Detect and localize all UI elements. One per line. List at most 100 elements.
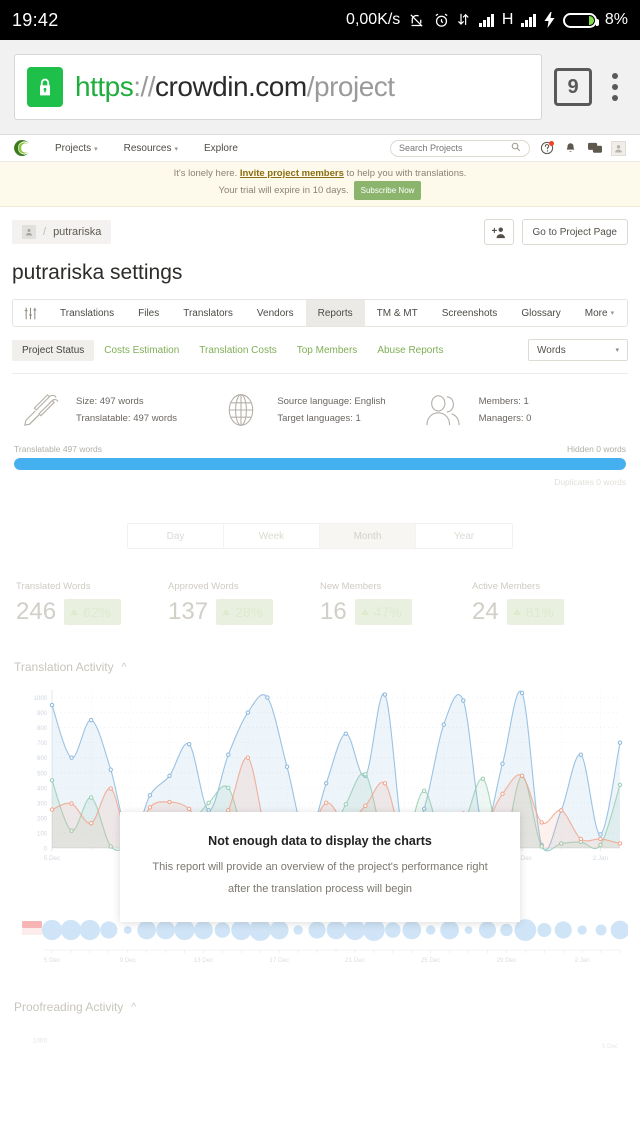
chevron-down-icon-3: ▾ bbox=[610, 310, 615, 317]
signal-icon-2 bbox=[521, 13, 536, 27]
stat-card-approved-words: Approved Words 137 28% bbox=[168, 581, 320, 626]
info-size-line1: Size: 497 words bbox=[76, 396, 144, 407]
stat-value-2: 137 bbox=[168, 598, 209, 625]
nav-item-projects[interactable]: Projects ▾ bbox=[42, 143, 111, 154]
svg-text:0: 0 bbox=[44, 847, 48, 853]
go-to-project-page-button[interactable]: Go to Project Page bbox=[521, 219, 628, 245]
nav-item-resources[interactable]: Resources ▾ bbox=[111, 143, 191, 154]
stat-value-3: 16 bbox=[320, 598, 347, 625]
invite-project-members-link[interactable]: Invite project members bbox=[240, 168, 344, 179]
search-projects-box[interactable] bbox=[390, 139, 530, 157]
proofreading-activity-chart: 1000 5 Dec bbox=[12, 1024, 628, 1054]
stat-label-4: Active Members bbox=[472, 581, 541, 592]
period-selector: Day Week Month Year bbox=[127, 523, 513, 549]
section-proofreading-activity-header[interactable]: Proofreading Activity ^ bbox=[12, 1000, 628, 1014]
svg-text:800: 800 bbox=[37, 726, 48, 732]
unit-selector[interactable]: Words ▾ bbox=[528, 339, 628, 361]
stat-card-new-members: New Members 16 47% bbox=[320, 581, 472, 626]
subtab-top-members[interactable]: Top Members bbox=[287, 340, 368, 361]
page-title: putrariska settings bbox=[12, 261, 183, 284]
tab-more-label: More bbox=[584, 307, 608, 319]
add-member-button[interactable] bbox=[483, 219, 514, 245]
breadcrumb-chip[interactable]: / putrariska bbox=[12, 220, 112, 244]
battery-icon bbox=[562, 12, 599, 28]
notification-dot bbox=[549, 140, 554, 146]
info-cell-members: Members: 1 Managers: 0 bbox=[421, 390, 622, 430]
project-info-strip: Size: 497 words Translatable: 497 words … bbox=[12, 374, 628, 444]
tab-more[interactable]: More ▾ bbox=[573, 300, 626, 326]
progress-right-label: Hidden 0 words bbox=[566, 444, 626, 454]
overlay-title: Not enough data to display the charts bbox=[208, 834, 432, 848]
chat-icon[interactable] bbox=[587, 141, 602, 156]
period-week[interactable]: Week bbox=[224, 524, 320, 548]
subscribe-now-button[interactable]: Subscribe Now bbox=[353, 181, 422, 200]
nav-item-projects-label: Projects bbox=[55, 142, 92, 154]
svg-text:1000: 1000 bbox=[33, 1038, 48, 1045]
svg-text:29 Dec: 29 Dec bbox=[497, 957, 517, 964]
battery-percent-label: 8% bbox=[604, 11, 628, 28]
report-subtabs: Project Status Costs Estimation Translat… bbox=[12, 339, 628, 361]
breadcrumb-separator: / bbox=[43, 226, 47, 238]
tab-reports[interactable]: Reports bbox=[305, 300, 365, 326]
collapse-chevron-icon-2[interactable]: ^ bbox=[131, 1002, 136, 1013]
status-clock: 19:42 bbox=[12, 9, 59, 30]
tab-glossary[interactable]: Glossary bbox=[509, 300, 572, 326]
bell-icon[interactable] bbox=[563, 141, 578, 156]
subtab-costs-estimation[interactable]: Costs Estimation bbox=[94, 340, 189, 361]
nav-item-explore[interactable]: Explore bbox=[191, 143, 251, 154]
help-icon[interactable] bbox=[539, 140, 554, 156]
subtab-project-status[interactable]: Project Status bbox=[12, 339, 95, 361]
search-input[interactable] bbox=[399, 143, 507, 153]
period-year[interactable]: Year bbox=[416, 524, 512, 548]
url-separator: :// bbox=[133, 71, 156, 102]
sliders-icon[interactable] bbox=[13, 300, 48, 326]
nav-links: Projects ▾ Resources ▾ Explore bbox=[42, 143, 251, 154]
tab-translations[interactable]: Translations bbox=[48, 300, 126, 326]
kebab-menu-icon[interactable] bbox=[604, 73, 626, 101]
svg-text:17 Dec: 17 Dec bbox=[269, 957, 289, 964]
info-cell-languages: Source language: English Target language… bbox=[219, 390, 420, 430]
crowdin-logo[interactable] bbox=[10, 138, 36, 158]
tab-vendors[interactable]: Vendors bbox=[245, 300, 306, 326]
lock-icon bbox=[27, 67, 63, 107]
notice-bars: It's lonely here. Invite project members… bbox=[0, 162, 640, 207]
subtab-abuse-reports[interactable]: Abuse Reports bbox=[367, 340, 453, 361]
tab-count-button[interactable]: 9 bbox=[554, 68, 592, 106]
progress-fill bbox=[14, 458, 626, 470]
network-speed-label: 0,00K/s bbox=[346, 11, 401, 28]
android-status-bar: 19:42 0,00K/s H 8% bbox=[0, 0, 640, 40]
carrier-tech-label: H bbox=[501, 11, 514, 28]
svg-text:2 Jan: 2 Jan bbox=[575, 957, 591, 964]
breadcrumb-project-name[interactable]: putrariska bbox=[53, 226, 101, 238]
info-members-lines: Members: 1 Managers: 0 bbox=[479, 393, 532, 427]
section-translation-activity-header[interactable]: Translation Activity ^ bbox=[12, 660, 628, 674]
svg-text:5 Dec: 5 Dec bbox=[602, 1043, 618, 1050]
stat-label-2: Approved Words bbox=[168, 581, 239, 592]
search-icon bbox=[511, 142, 521, 155]
tab-translators[interactable]: Translators bbox=[171, 300, 245, 326]
tab-tm-mt[interactable]: TM & MT bbox=[365, 300, 430, 326]
nav-item-resources-label: Resources bbox=[123, 142, 172, 154]
period-selector-wrap: Day Week Month Year bbox=[12, 523, 628, 549]
avatar-icon[interactable] bbox=[611, 140, 626, 156]
period-day[interactable]: Day bbox=[128, 524, 224, 548]
stat-delta-badge-4: 81% bbox=[506, 599, 564, 625]
address-bar[interactable]: https://crowdin.com/project bbox=[14, 54, 542, 120]
stat-card-active-members: Active Members 24 81% bbox=[472, 581, 624, 626]
info-members-line2: Managers: 0 bbox=[478, 413, 532, 424]
overlay-description: This report will provide an overview of … bbox=[142, 856, 498, 900]
svg-text:21 Dec: 21 Dec bbox=[345, 957, 365, 964]
collapse-chevron-icon[interactable]: ^ bbox=[122, 662, 127, 673]
subtab-translation-costs[interactable]: Translation Costs bbox=[189, 340, 286, 361]
tab-screenshots[interactable]: Screenshots bbox=[430, 300, 510, 326]
info-cell-size: Size: 497 words Translatable: 497 words bbox=[18, 390, 219, 430]
period-month[interactable]: Month bbox=[320, 524, 416, 548]
tab-files[interactable]: Files bbox=[126, 300, 171, 326]
site-navbar: Projects ▾ Resources ▾ Explore bbox=[0, 135, 640, 162]
globe-icon bbox=[219, 390, 263, 430]
svg-text:700: 700 bbox=[37, 741, 48, 747]
user-avatar-icon bbox=[22, 225, 36, 239]
svg-text:9 Dec: 9 Dec bbox=[120, 957, 136, 964]
trend-up-icon-3 bbox=[360, 609, 369, 615]
svg-text:100: 100 bbox=[37, 831, 48, 837]
